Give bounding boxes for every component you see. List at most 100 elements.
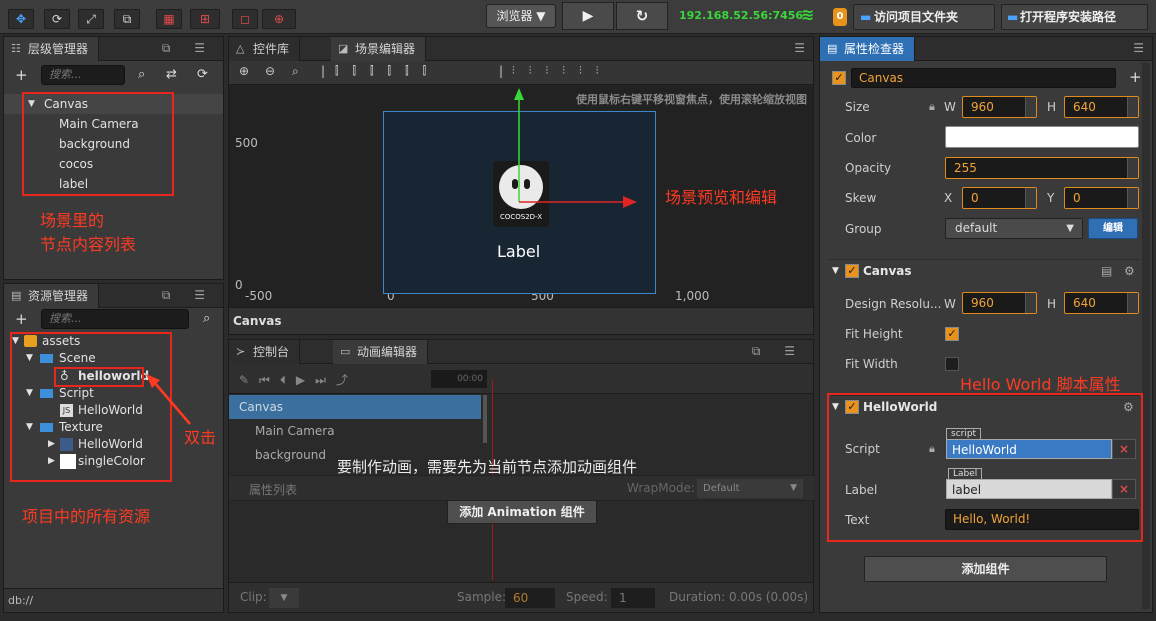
tab-scene-editor[interactable]: ◪ 场景编辑器 bbox=[331, 37, 427, 61]
size-h-input[interactable]: 640 bbox=[1064, 96, 1139, 118]
expand-arrow-icon[interactable]: ▼ bbox=[832, 396, 839, 418]
fit-height-checkbox[interactable]: ✓ bbox=[945, 327, 959, 341]
tab-widgets[interactable]: △ 控件库 bbox=[229, 37, 301, 61]
wrapmode-value: Default bbox=[703, 483, 740, 494]
splitter[interactable] bbox=[483, 395, 487, 443]
panel-menu-icon[interactable]: ☰ bbox=[1133, 41, 1144, 55]
opacity-input[interactable]: 255 bbox=[945, 157, 1139, 179]
scene-label-node[interactable]: Label bbox=[497, 242, 540, 261]
size-label: Size bbox=[845, 100, 870, 114]
distribute-tools-icon[interactable]: ⫶⫶⫶⫶⫶⫶ bbox=[512, 64, 613, 78]
prop-list-label: 属性列表 bbox=[249, 483, 298, 497]
panel-menu-icon[interactable]: ☰ bbox=[794, 41, 805, 55]
script-field[interactable]: HelloWorld bbox=[946, 439, 1112, 459]
animation-icon: ▭ bbox=[340, 345, 351, 358]
text-input[interactable]: Hello, World! bbox=[945, 509, 1139, 530]
component-enabled-checkbox[interactable]: ✓ bbox=[845, 264, 859, 278]
folder-icon: ▬ bbox=[1007, 10, 1019, 24]
coord-global-icon[interactable]: ⊞ bbox=[190, 9, 220, 29]
anchor-pivot-icon[interactable]: ▦ bbox=[156, 9, 182, 29]
add-component-button[interactable]: 添加组件 bbox=[864, 556, 1107, 582]
top-toolbar: ✥ ⟳ ⤢ ⧉ ▦ ⊞ ◻ ⊕ 浏览器 ▼ ▶ ↻ 192.168.52.56:… bbox=[0, 0, 1156, 34]
panel-menu-icon[interactable]: ⧉ ☰ bbox=[752, 344, 805, 359]
clear-label-icon[interactable]: × bbox=[1112, 479, 1136, 499]
hierarchy-search-input[interactable]: 搜索... bbox=[41, 65, 125, 85]
scene-toolbar: ⊕ ⊖ ⌕ | ⫿⫿⫿⫿⫿⫿ | ⫶⫶⫶⫶⫶⫶ bbox=[229, 61, 813, 85]
snap-icon[interactable]: ⊕ bbox=[262, 9, 296, 29]
tab-animation-editor[interactable]: ▭ 动画编辑器 bbox=[333, 340, 429, 364]
search-icon[interactable]: ⌕ bbox=[203, 311, 210, 326]
rotate-tool-icon[interactable]: ⟳ bbox=[44, 9, 70, 29]
scene-header: △ 控件库 ◪ 场景编辑器 ☰ bbox=[229, 37, 813, 61]
zoom-out-icon[interactable]: ⊖ bbox=[265, 64, 275, 78]
scene-viewport[interactable]: 使用鼠标右键平移视窗焦点，使用滚轮缩放视图 500 0 -500 0 500 1… bbox=[229, 86, 813, 308]
sample-input[interactable]: 60 bbox=[505, 588, 555, 608]
scene-panel: △ 控件库 ◪ 场景编辑器 ☰ ⊕ ⊖ ⌕ | ⫿⫿⫿⫿⫿⫿ | ⫶⫶⫶⫶⫶⫶ 使用… bbox=[228, 36, 814, 335]
gear-icon[interactable]: ⚙ bbox=[1123, 396, 1134, 418]
clear-script-icon[interactable]: × bbox=[1112, 439, 1136, 459]
refresh-icon[interactable]: ⟳ bbox=[197, 67, 208, 82]
panel-menu-icon[interactable]: ⧉ ☰ bbox=[162, 41, 215, 56]
move-tool-icon[interactable]: ✥ bbox=[8, 9, 34, 29]
add-node-icon[interactable]: + bbox=[15, 66, 28, 84]
panel-menu-icon[interactable]: ⧉ ☰ bbox=[162, 288, 215, 303]
gear-icon[interactable]: ⚙ bbox=[1124, 260, 1135, 282]
scrollbar[interactable] bbox=[1142, 63, 1150, 609]
refresh-button[interactable]: ↻ bbox=[616, 2, 668, 30]
design-w-input[interactable]: 960 bbox=[962, 292, 1037, 314]
anim-node-row-selected[interactable]: Canvas bbox=[229, 395, 481, 419]
scene-breadcrumb[interactable]: Canvas bbox=[229, 307, 813, 334]
wrapmode-select[interactable]: Default ▼ bbox=[697, 479, 803, 498]
node-active-checkbox[interactable]: ✓ bbox=[832, 71, 846, 85]
add-icon[interactable]: + bbox=[1129, 68, 1142, 86]
speed-input[interactable]: 1 bbox=[611, 588, 655, 608]
w-label: W bbox=[944, 100, 956, 114]
helloworld-component-header[interactable]: ▼ ✓ HelloWorld ⚙ bbox=[831, 395, 1139, 417]
clip-select[interactable]: ▼ bbox=[269, 588, 299, 608]
open-project-folder-label: 访问项目文件夹 bbox=[874, 10, 959, 24]
sort-icon[interactable]: ⇄ bbox=[166, 67, 177, 82]
skew-x-input[interactable]: 0 bbox=[962, 187, 1037, 209]
tab-inspector[interactable]: ▤ 属性检查器 bbox=[820, 37, 916, 61]
open-install-path-button[interactable]: ▬ 打开程序安装路径 bbox=[1001, 4, 1148, 30]
scale-tool-icon[interactable]: ⤢ bbox=[78, 9, 104, 29]
search-icon[interactable]: ⌕ bbox=[138, 67, 145, 82]
zoom-in-icon[interactable]: ⊕ bbox=[239, 64, 249, 78]
time-field[interactable]: 00:00 bbox=[431, 370, 487, 388]
size-w-input[interactable]: 960 bbox=[962, 96, 1037, 118]
open-project-folder-button[interactable]: ▬ 访问项目文件夹 bbox=[853, 4, 995, 30]
add-animation-component-button[interactable]: 添加 Animation 组件 bbox=[447, 500, 597, 524]
tab-assets[interactable]: ▤ 资源管理器 bbox=[4, 284, 100, 308]
help-icon[interactable]: ▤ bbox=[1101, 260, 1112, 282]
lock-icon[interactable]: 🔒︎ bbox=[929, 100, 935, 114]
design-h-input[interactable]: 640 bbox=[1064, 292, 1139, 314]
rect-tool-icon[interactable]: ⧉ bbox=[114, 9, 140, 29]
label-field[interactable]: label bbox=[946, 479, 1112, 499]
color-swatch[interactable] bbox=[945, 126, 1139, 148]
skew-y-input[interactable]: 0 bbox=[1064, 187, 1139, 209]
tab-anim-label: 动画编辑器 bbox=[357, 345, 418, 359]
playback-controls-icon[interactable]: ✎⏮⏴▶⏭⤴ bbox=[239, 371, 358, 388]
expand-arrow-icon[interactable]: ▼ bbox=[832, 260, 839, 282]
assets-search-input[interactable]: 搜索... bbox=[41, 309, 189, 329]
zoom-reset-icon[interactable]: ⌕ bbox=[292, 64, 299, 79]
add-asset-icon[interactable]: + bbox=[15, 310, 28, 328]
browser-select[interactable]: 浏览器 ▼ bbox=[486, 4, 556, 28]
gizmo-icon[interactable]: ◻ bbox=[232, 9, 258, 29]
group-select[interactable]: default ▼ bbox=[945, 218, 1083, 239]
tab-console[interactable]: ≻ 控制台 bbox=[229, 340, 301, 364]
notification-badge[interactable]: 0 bbox=[833, 8, 847, 26]
scene-icon: ◪ bbox=[338, 42, 349, 55]
canvas-component-header[interactable]: ▼ ✓ Canvas ▤ ⚙ bbox=[829, 259, 1139, 281]
component-enabled-checkbox[interactable]: ✓ bbox=[845, 400, 859, 414]
play-button[interactable]: ▶ bbox=[562, 2, 614, 30]
align-tools-icon[interactable]: ⫿⫿⫿⫿⫿⫿ bbox=[335, 64, 440, 78]
fit-width-checkbox[interactable] bbox=[945, 357, 959, 371]
edit-group-button[interactable]: 编辑 bbox=[1088, 218, 1138, 239]
anim-node-row[interactable]: Main Camera bbox=[229, 419, 481, 443]
animation-overlay-message: 要制作动画，需要先为当前节点添加动画组件 bbox=[337, 458, 638, 476]
tab-hierarchy[interactable]: ☷ 层级管理器 bbox=[4, 37, 100, 61]
transform-gizmo[interactable] bbox=[509, 86, 649, 216]
node-name-input[interactable]: Canvas bbox=[851, 68, 1116, 88]
hierarchy-icon: ☷ bbox=[11, 42, 21, 55]
